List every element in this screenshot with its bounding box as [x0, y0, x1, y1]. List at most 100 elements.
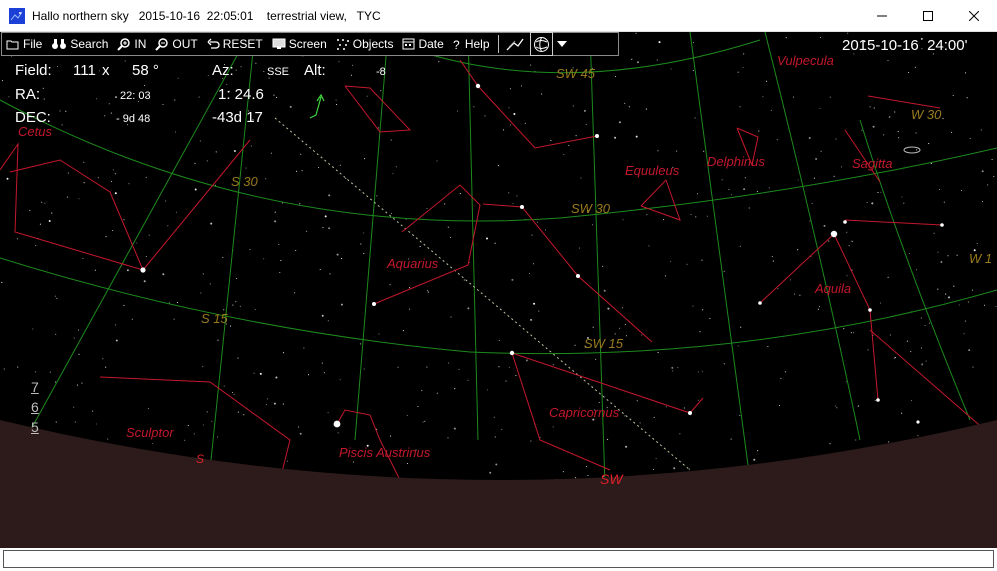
- background-star: [447, 226, 449, 228]
- close-button[interactable]: [951, 0, 997, 31]
- background-star: [327, 320, 329, 322]
- background-star: [131, 318, 133, 320]
- objects-button[interactable]: Objects: [332, 33, 399, 55]
- background-star: [648, 245, 650, 247]
- background-star: [583, 109, 586, 112]
- background-star: [210, 222, 213, 225]
- folder-icon: [6, 39, 20, 50]
- telescope-button[interactable]: [502, 33, 532, 55]
- background-star: [509, 88, 511, 90]
- toolbar-separator: [497, 35, 499, 53]
- background-star: [818, 306, 820, 308]
- background-star: [625, 335, 628, 337]
- background-star: [275, 96, 278, 98]
- background-star: [54, 295, 56, 297]
- background-star: [692, 69, 694, 72]
- background-star: [467, 379, 469, 381]
- screen-button[interactable]: Screen: [268, 33, 332, 55]
- minimize-button[interactable]: [859, 0, 905, 31]
- background-star: [813, 177, 815, 179]
- date-button[interactable]: Date: [398, 33, 448, 55]
- globe-view-button[interactable]: [529, 32, 553, 56]
- background-star: [489, 471, 492, 474]
- background-star: [910, 351, 912, 353]
- background-star: [874, 400, 876, 402]
- background-star: [748, 207, 750, 209]
- background-star: [214, 184, 216, 186]
- background-star: [777, 288, 779, 290]
- background-star: [598, 402, 600, 404]
- ra-value: 1: 24.6: [218, 86, 264, 103]
- background-star: [945, 293, 947, 295]
- background-star: [194, 188, 197, 191]
- background-star: [235, 301, 237, 303]
- background-star: [603, 289, 606, 292]
- background-star: [828, 240, 830, 242]
- background-star: [200, 292, 202, 294]
- background-star: [948, 296, 950, 299]
- background-star: [168, 302, 171, 304]
- background-star: [846, 231, 848, 233]
- background-star: [513, 113, 516, 115]
- label-delphinus: Delphinus: [707, 154, 765, 169]
- background-star: [102, 358, 104, 360]
- background-star: [409, 287, 411, 289]
- background-star: [910, 399, 912, 401]
- background-star: [459, 193, 461, 195]
- background-star: [533, 302, 536, 305]
- background-star: [503, 129, 505, 131]
- background-star: [628, 106, 630, 108]
- background-star: [614, 333, 616, 335]
- background-star: [848, 245, 850, 247]
- background-star: [34, 371, 37, 373]
- toolbar-dropdown-button[interactable]: [553, 33, 575, 55]
- background-star: [706, 215, 708, 217]
- background-star: [591, 224, 594, 226]
- background-star: [532, 263, 534, 265]
- background-star: [815, 158, 818, 160]
- background-star: [402, 330, 404, 332]
- background-star: [458, 368, 460, 370]
- background-star: [776, 139, 778, 141]
- background-star: [889, 116, 891, 118]
- background-star: [981, 201, 984, 203]
- background-star: [390, 139, 392, 141]
- background-star: [83, 182, 85, 184]
- background-star: [767, 345, 769, 348]
- zoom-out-button[interactable]: OUT: [151, 33, 202, 55]
- background-star: [145, 176, 147, 178]
- help-button[interactable]: ? Help: [449, 33, 495, 55]
- search-button[interactable]: Search: [47, 33, 113, 55]
- zoom-in-button[interactable]: IN: [113, 33, 151, 55]
- background-star: [686, 263, 688, 265]
- background-star: [656, 59, 658, 61]
- field-width: 111: [73, 62, 96, 79]
- zoom-in-icon: [117, 37, 131, 51]
- background-star: [901, 412, 903, 414]
- background-star: [255, 62, 257, 64]
- background-star: [240, 66, 242, 68]
- background-star: [587, 474, 589, 477]
- file-menu[interactable]: File: [2, 33, 47, 55]
- background-star: [230, 325, 232, 327]
- background-star: [563, 153, 565, 156]
- help-icon: ?: [453, 38, 462, 50]
- background-star: [607, 438, 609, 440]
- reset-button[interactable]: RESET: [203, 33, 268, 55]
- background-star: [690, 214, 692, 216]
- background-star: [165, 200, 167, 202]
- background-star: [232, 304, 234, 306]
- background-star: [898, 137, 900, 139]
- sky-view[interactable]: Vulpecula Cetus Equuleus Delphinus Sagit…: [0, 32, 997, 548]
- background-star: [438, 61, 440, 63]
- background-star: [655, 458, 657, 460]
- background-star: [194, 162, 196, 164]
- background-star: [618, 121, 621, 124]
- background-star: [187, 425, 189, 427]
- maximize-button[interactable]: [905, 0, 951, 31]
- background-star: [639, 422, 641, 424]
- background-star: [351, 64, 353, 66]
- background-star: [964, 320, 966, 322]
- background-star: [672, 370, 674, 372]
- background-star: [111, 180, 113, 182]
